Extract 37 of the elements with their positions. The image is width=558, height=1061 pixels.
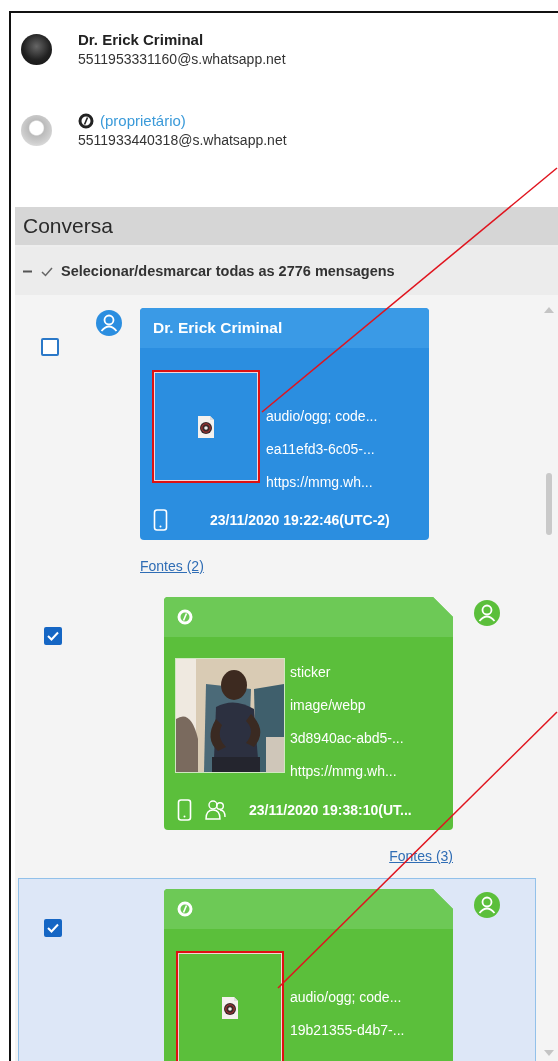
attachment-detail: image/webp bbox=[290, 696, 367, 715]
checkbox[interactable] bbox=[41, 338, 59, 356]
ring-icon bbox=[78, 112, 94, 129]
phone-icon bbox=[177, 798, 192, 821]
scrollbar-thumb[interactable] bbox=[546, 473, 552, 535]
attachment-detail: 3d8940ac-abd5-... bbox=[290, 729, 404, 748]
contact-address: 5511953331160@s.whatsapp.net bbox=[78, 51, 286, 67]
attachment-detail: ea11efd3-6c05-... bbox=[266, 440, 376, 459]
contact-address: 5511933440318@s.whatsapp.net bbox=[78, 132, 287, 148]
ring-icon bbox=[177, 901, 193, 917]
contact-name: (proprietário) bbox=[100, 112, 186, 129]
check-icon bbox=[47, 631, 59, 641]
section-title: Conversa bbox=[15, 207, 558, 247]
sender-name: Dr. Erick Criminal bbox=[153, 319, 283, 337]
phone-icon bbox=[153, 509, 168, 531]
checkbox[interactable] bbox=[44, 919, 62, 937]
contact-name: Dr. Erick Criminal bbox=[78, 31, 204, 48]
user-icon bbox=[474, 600, 501, 627]
message-timestamp: 23/11/2020 19:38:10(UT... bbox=[249, 801, 412, 818]
attachment-detail: audio/ogg; code... bbox=[266, 407, 378, 426]
attachment-detail: https://mmg.wh... bbox=[266, 473, 374, 492]
user-icon bbox=[474, 892, 501, 919]
message-timestamp: 23/11/2020 19:22:46(UTC-2) bbox=[210, 512, 390, 528]
avatar bbox=[21, 114, 52, 146]
audio-file-icon bbox=[197, 414, 215, 439]
attachment-detail: https://mmg.wh... bbox=[290, 762, 398, 781]
check-icon bbox=[47, 923, 59, 933]
attachment-detail: sticker bbox=[290, 663, 332, 682]
check-icon[interactable] bbox=[41, 265, 53, 277]
ring-icon bbox=[177, 609, 193, 625]
checkbox[interactable] bbox=[44, 627, 62, 645]
avatar bbox=[21, 33, 52, 65]
sources-link[interactable]: Fontes (2) bbox=[140, 558, 429, 574]
attachment-detail: audio/ogg; code... bbox=[290, 988, 403, 1007]
user-icon bbox=[96, 310, 122, 336]
audio-file-icon bbox=[221, 995, 239, 1020]
attachment-detail: 19b21355-d4b7-... bbox=[290, 1021, 405, 1040]
